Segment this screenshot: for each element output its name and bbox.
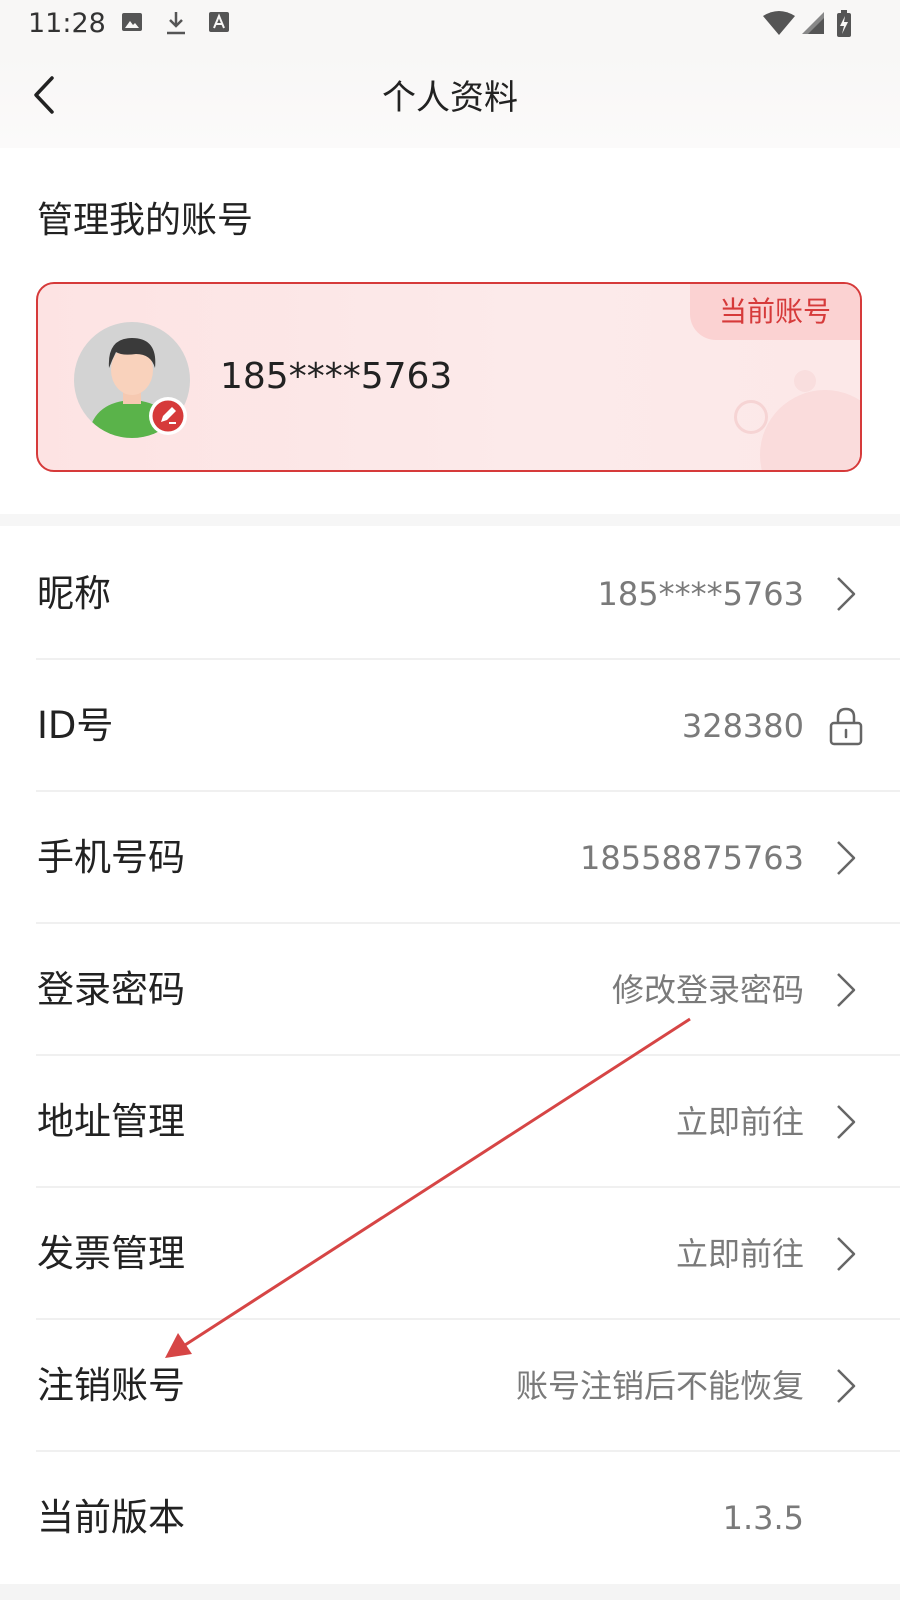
row-value: 立即前往: [675, 1235, 804, 1273]
download-icon: [167, 12, 185, 35]
font-icon: [209, 12, 229, 32]
battery-icon: [837, 10, 851, 37]
status-bar: 11:28: [0, 0, 900, 50]
phone-row[interactable]: 手机号码 18558875763: [0, 792, 900, 924]
row-value: 立即前往: [675, 1103, 804, 1141]
image-icon: [122, 13, 142, 31]
row-label: 登录密码: [37, 968, 185, 1011]
row-label: 当前版本: [37, 1496, 185, 1539]
chevron-right-icon: [837, 1237, 856, 1271]
status-time: 11:28: [28, 8, 106, 39]
section-gap: [0, 514, 900, 526]
row-value: 328380: [681, 707, 804, 745]
version-row: 当前版本 1.3.5: [0, 1452, 900, 1584]
wifi-icon: [763, 11, 795, 35]
section-title: 管理我的账号: [37, 200, 254, 241]
row-label: 地址管理: [37, 1100, 185, 1143]
row-label: 手机号码: [37, 836, 185, 879]
row-value: 修改登录密码: [611, 971, 804, 1009]
row-value: 账号注销后不能恢复: [515, 1367, 804, 1405]
password-row[interactable]: 登录密码 修改登录密码: [0, 924, 900, 1056]
decorative-dot: [794, 370, 816, 392]
edit-avatar-icon[interactable]: [148, 396, 188, 436]
row-value: 18558875763: [580, 839, 804, 877]
row-label: ID号: [37, 704, 114, 747]
nickname-row[interactable]: 昵称 185****5763: [0, 528, 900, 660]
invoice-row[interactable]: 发票管理 立即前往: [0, 1188, 900, 1320]
bottom-strip: [0, 1584, 900, 1600]
row-label: 发票管理: [37, 1232, 185, 1275]
address-row[interactable]: 地址管理 立即前往: [0, 1056, 900, 1188]
chevron-right-icon: [837, 973, 856, 1007]
deactivate-account-row[interactable]: 注销账号 账号注销后不能恢复: [0, 1320, 900, 1452]
account-name: 185****5763: [220, 356, 453, 397]
row-value: 185****5763: [597, 575, 804, 613]
decorative-circle: [760, 390, 860, 470]
lock-icon: [829, 707, 863, 746]
header-bar: 个人资料: [0, 50, 900, 148]
row-label: 昵称: [37, 572, 111, 615]
chevron-right-icon: [837, 577, 856, 611]
row-value: 1.3.5: [722, 1499, 804, 1537]
row-label: 注销账号: [37, 1364, 185, 1407]
current-account-badge: 当前账号: [690, 284, 860, 340]
chevron-right-icon: [837, 1369, 856, 1403]
id-row: ID号 328380: [0, 660, 900, 792]
page-title: 个人资料: [382, 78, 518, 118]
signal-icon: [802, 12, 824, 34]
chevron-right-icon: [837, 1105, 856, 1139]
current-account-card[interactable]: 当前账号 185****5763: [36, 282, 862, 472]
decorative-ring: [734, 400, 768, 434]
chevron-right-icon: [837, 841, 856, 875]
